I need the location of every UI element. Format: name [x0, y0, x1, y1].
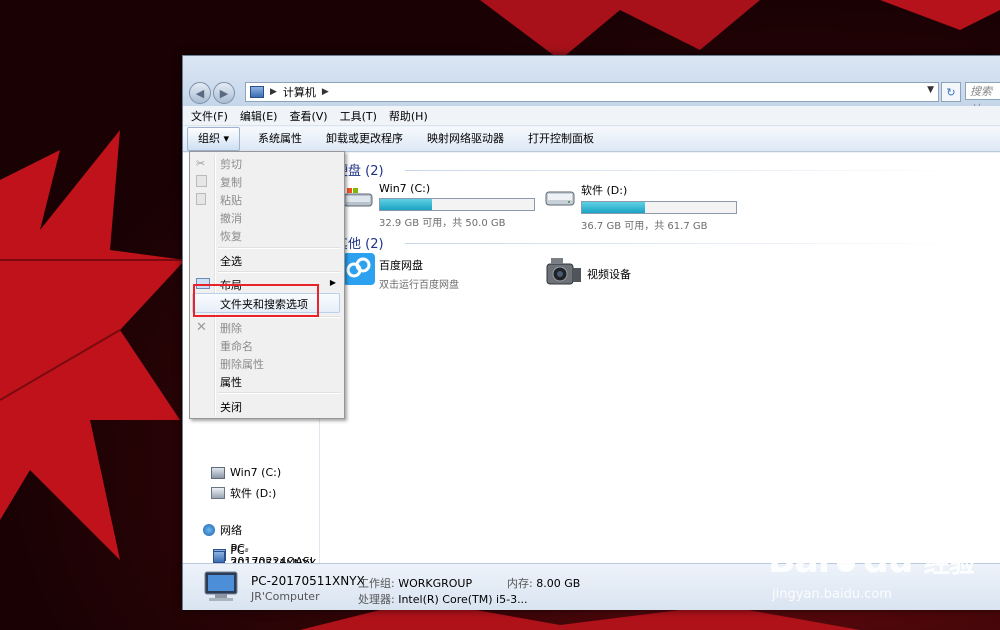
- address-bar-area: ◀ ▶ ▶ 计算机 ▶ ▼ ↻ 搜索 计...: [183, 56, 1000, 116]
- video-camera-icon: [546, 258, 581, 285]
- delete-x-icon: ✕: [196, 320, 207, 335]
- hard-drive-windows-icon: [343, 188, 373, 207]
- menu-item-delete[interactable]: 删除: [220, 320, 242, 336]
- breadcrumb-computer[interactable]: 计算机: [283, 84, 316, 100]
- nav-label: 软件 (D:): [230, 487, 277, 500]
- nav-item-network[interactable]: 网络: [203, 522, 242, 538]
- system-properties-button[interactable]: 系统属性: [246, 128, 314, 150]
- pc-description: JR'Computer: [251, 590, 320, 603]
- menu-file[interactable]: 文件(F): [191, 108, 228, 124]
- item-name: 百度网盘: [379, 259, 423, 272]
- hard-drive-icon: [545, 191, 575, 206]
- drive-usage-fill: [582, 202, 646, 213]
- forward-button[interactable]: ▶: [213, 82, 235, 104]
- workgroup-label: 工作组:: [358, 577, 395, 590]
- item-baidu-netdisk[interactable]: 百度网盘 双击运行百度网盘: [343, 253, 459, 291]
- maple-leaf-left: [0, 130, 185, 560]
- memory-label: 内存:: [507, 577, 533, 590]
- computer-monitor-icon: [204, 571, 238, 601]
- drive-usage-text: 36.7 GB 可用，共 61.7 GB: [581, 221, 708, 232]
- drive-tile-d[interactable]: 软件 (D:) 36.7 GB 可用，共 61.7 GB: [545, 182, 737, 232]
- forward-arrow-icon: ▶: [219, 86, 229, 100]
- annotation-highlight-box: [193, 284, 319, 317]
- paw-icon: [832, 544, 863, 572]
- group-divider: [405, 243, 965, 244]
- nav-label: Win7 (C:): [230, 466, 282, 479]
- command-bar: 组织 ▾ 系统属性 卸载或更改程序 映射网络驱动器 打开控制面板: [183, 127, 1000, 152]
- breadcrumb-chevron-icon: ▶: [270, 87, 277, 97]
- workgroup-value: WORKGROUP: [398, 577, 473, 590]
- menu-edit[interactable]: 编辑(E): [240, 108, 278, 124]
- submenu-arrow-icon: ▶: [329, 278, 336, 287]
- menu-item-undo[interactable]: 撤消: [220, 210, 242, 226]
- drive-tile-c[interactable]: Win7 (C:) 32.9 GB 可用，共 50.0 GB: [343, 182, 535, 229]
- menu-help[interactable]: 帮助(H): [389, 108, 428, 124]
- nav-item-drive-c[interactable]: Win7 (C:): [211, 466, 281, 479]
- menu-item-paste[interactable]: 粘贴: [220, 192, 242, 208]
- menu-item-select-all[interactable]: 全选: [220, 253, 242, 269]
- drive-usage-bar: [581, 201, 737, 214]
- watermark-bai: Bai: [768, 540, 830, 581]
- menu-item-redo[interactable]: 恢复: [220, 228, 242, 244]
- address-dropdown-icon[interactable]: ▼: [927, 85, 934, 95]
- drive-icon: [211, 466, 225, 479]
- address-field[interactable]: ▶ 计算机 ▶ ▼: [245, 82, 939, 102]
- drive-name: 软件 (D:): [581, 184, 628, 197]
- drive-name: Win7 (C:): [379, 182, 431, 195]
- menu-bar: 文件(F) 编辑(E) 查看(V) 工具(T) 帮助(H): [183, 106, 1000, 126]
- breadcrumb-chevron-icon: ▶: [321, 87, 329, 97]
- item-video-device[interactable]: 视频设备: [545, 256, 631, 290]
- network-icon: [203, 524, 215, 536]
- group-divider: [405, 170, 965, 171]
- pc-name: PC-20170511XNYX: [251, 574, 365, 588]
- paste-icon: [196, 193, 206, 205]
- search-input[interactable]: 搜索 计...: [965, 82, 1000, 116]
- menu-item-cut[interactable]: 剪切: [220, 156, 242, 172]
- workgroup-info: 工作组: WORKGROUP: [358, 575, 472, 591]
- drive-usage-bar: [379, 198, 535, 211]
- copy-icon: [196, 175, 207, 187]
- watermark-du: du: [863, 540, 913, 581]
- back-button[interactable]: ◀: [189, 82, 211, 104]
- menu-view[interactable]: 查看(V): [289, 108, 327, 124]
- baidu-netdisk-icon: [343, 253, 375, 285]
- refresh-icon: ↻: [946, 85, 956, 99]
- menu-item-remove-properties[interactable]: 删除属性: [220, 356, 264, 372]
- nav-item-drive-d[interactable]: 软件 (D:): [211, 485, 276, 501]
- nav-label: 网络: [220, 524, 242, 537]
- watermark-cn: 经验: [924, 549, 975, 579]
- memory-value: 8.00 GB: [536, 577, 581, 590]
- back-arrow-icon: ◀: [195, 86, 205, 100]
- drive-usage-text: 32.9 GB 可用，共 50.0 GB: [379, 218, 506, 229]
- maple-leaf-top: [480, 0, 1000, 60]
- watermark-logo: Bai du 经验: [768, 540, 975, 581]
- menu-separator: [218, 247, 340, 249]
- menu-item-copy[interactable]: 复制: [220, 174, 242, 190]
- refresh-button[interactable]: ↻: [941, 82, 961, 102]
- drive-usage-fill: [380, 199, 433, 210]
- pc-icon: [213, 551, 226, 563]
- item-subtitle: 双击运行百度网盘: [379, 280, 459, 291]
- memory-info: 内存: 8.00 GB: [507, 575, 580, 591]
- cpu-value: Intel(R) Core(TM) i5-3...: [398, 593, 528, 606]
- watermark-url: jingyan.baidu.com: [772, 587, 892, 602]
- menu-item-close[interactable]: 关闭: [220, 399, 242, 415]
- scissors-icon: ✂: [196, 157, 206, 170]
- cpu-label: 处理器:: [358, 593, 395, 606]
- menu-separator: [218, 392, 340, 394]
- uninstall-program-button[interactable]: 卸载或更改程序: [314, 128, 415, 150]
- menu-item-rename[interactable]: 重命名: [220, 338, 253, 354]
- computer-icon: [250, 86, 264, 98]
- organize-button[interactable]: 组织 ▾: [187, 127, 241, 151]
- open-control-panel-button[interactable]: 打开控制面板: [516, 128, 606, 150]
- item-name: 视频设备: [587, 268, 631, 281]
- drive-icon: [211, 487, 225, 499]
- menu-item-properties[interactable]: 属性: [220, 374, 242, 390]
- menu-separator: [218, 271, 340, 273]
- cpu-info: 处理器: Intel(R) Core(TM) i5-3...: [358, 591, 528, 607]
- menu-tools[interactable]: 工具(T): [340, 108, 377, 124]
- map-network-drive-button[interactable]: 映射网络驱动器: [415, 128, 516, 150]
